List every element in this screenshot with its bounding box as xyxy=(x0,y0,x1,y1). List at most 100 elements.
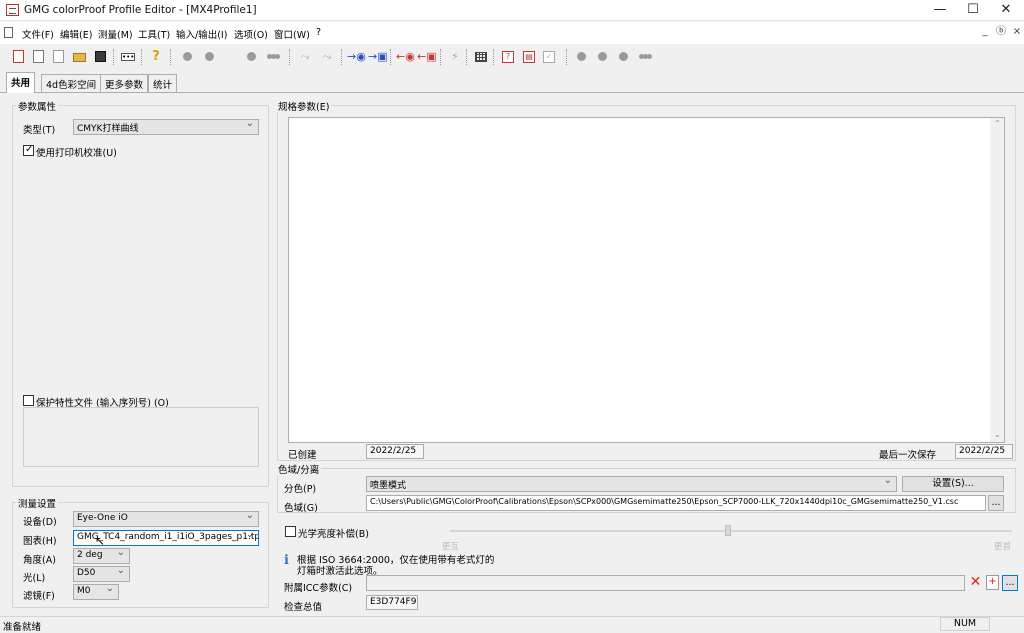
tab-statistics[interactable]: 统计 xyxy=(148,74,178,92)
light-select[interactable]: D50 xyxy=(73,566,130,582)
spec-scrollbar[interactable] xyxy=(990,118,1004,442)
spec-textarea[interactable] xyxy=(288,117,1005,443)
separation-label: 分色(P) xyxy=(284,484,317,495)
mdi-restore-button[interactable]: ⓑ xyxy=(994,24,1008,40)
status-text: 准备就绪 xyxy=(3,622,42,633)
import-file-icon[interactable]: →▣ xyxy=(368,48,388,66)
measure-group-title: 测量设置 xyxy=(16,496,59,510)
maximize-button[interactable]: ☐ xyxy=(957,0,989,21)
menu-help[interactable]: ? xyxy=(316,27,321,38)
angle-select[interactable]: 2 deg xyxy=(73,548,130,564)
tab-4d-colorspace[interactable]: 4d色彩空间 xyxy=(41,74,102,92)
type-label: 类型(T) xyxy=(23,125,56,136)
toolbar-separator xyxy=(440,49,441,65)
mouse-cursor-icon: ↖ xyxy=(95,534,106,548)
menu-measure[interactable]: 测量(M) xyxy=(98,27,133,41)
help-icon[interactable]: ? xyxy=(147,48,165,66)
toolbar-separator xyxy=(170,49,171,65)
measure-dot-icon[interactable] xyxy=(615,48,633,66)
created-date-field: 2022/2/25 xyxy=(366,444,424,459)
mdi-close-button[interactable]: × xyxy=(1010,24,1024,40)
curve-tool-icon[interactable]: ⤳ xyxy=(318,48,336,66)
lightning-icon[interactable]: ⚡ xyxy=(446,48,464,66)
angle-label: 角度(A) xyxy=(23,555,56,566)
tab-strip-line xyxy=(0,92,1024,93)
brightener-slider-track[interactable] xyxy=(450,530,1012,532)
scroll-up-icon[interactable]: ⌃ xyxy=(994,119,1001,128)
brightener-slider-thumb[interactable] xyxy=(725,525,731,536)
toolbar-separator xyxy=(566,49,567,65)
icc-browse-button[interactable]: ... xyxy=(1002,575,1018,591)
gamut-label: 色域(G) xyxy=(284,503,318,514)
window-title: GMG colorProof Profile Editor - [MX4Prof… xyxy=(24,4,257,16)
brightener-label[interactable]: 光学亮度补偿(B) xyxy=(298,526,369,540)
multi-dot-icon[interactable] xyxy=(636,48,654,66)
measure-dot-icon[interactable] xyxy=(243,48,261,66)
filter-select[interactable]: M0 xyxy=(73,584,119,600)
protect-profile-checkbox[interactable] xyxy=(23,395,34,406)
menu-edit[interactable]: 编辑(E) xyxy=(60,27,92,41)
use-calibration-checkbox[interactable] xyxy=(23,144,34,156)
export-icon[interactable]: ←◉ xyxy=(396,48,415,66)
toolbar-separator xyxy=(113,49,114,65)
serial-number-field[interactable] xyxy=(23,407,259,467)
open-folder-icon[interactable] xyxy=(70,48,88,66)
scroll-down-icon[interactable]: ⌄ xyxy=(994,430,1001,439)
light-label: 光(L) xyxy=(23,573,46,584)
close-button[interactable]: ✕ xyxy=(990,0,1022,21)
num-lock-indicator: NUM xyxy=(940,617,990,631)
icc-field[interactable] xyxy=(366,575,965,591)
created-label: 已创建 xyxy=(288,450,317,461)
tab-common[interactable]: 共用 xyxy=(6,72,36,93)
gamut-browse-button[interactable]: ... xyxy=(988,495,1004,511)
mdi-minimize-button[interactable]: _ xyxy=(978,24,992,40)
delete-icon[interactable]: ✕ xyxy=(968,574,983,590)
checksum-field: E3D774F9 xyxy=(366,595,418,610)
toolbar-separator xyxy=(289,49,290,65)
save-icon[interactable] xyxy=(91,48,109,66)
menu-options[interactable]: 选项(O) xyxy=(234,27,268,41)
tab-more-params[interactable]: 更多参数 xyxy=(100,74,149,92)
gamut-path-field[interactable]: C:\Users\Public\GMG\ColorProof\Calibrati… xyxy=(366,495,986,511)
properties-icon[interactable]: ••• xyxy=(119,48,137,66)
grid-icon[interactable] xyxy=(472,48,490,66)
separation-select[interactable]: 喷墨模式 xyxy=(366,476,897,492)
brightener-min-label: 更互 xyxy=(442,542,460,552)
import-icon[interactable]: →◉ xyxy=(347,48,366,66)
device-select[interactable]: Eye-One iO xyxy=(73,511,259,527)
minimize-button[interactable]: — xyxy=(924,0,956,21)
device-label: 设备(D) xyxy=(23,517,57,528)
new-profile-icon[interactable] xyxy=(10,48,28,66)
last-saved-label: 最后一次保存 xyxy=(879,450,937,461)
question-box-icon[interactable]: ? xyxy=(499,48,517,66)
gamut-group-title: 色域/分离 xyxy=(276,462,322,476)
last-saved-date-field: 2022/2/25 xyxy=(955,444,1013,459)
add-icc-icon[interactable]: + xyxy=(986,575,999,590)
measure-dot-icon[interactable] xyxy=(594,48,612,66)
measure-dot-icon[interactable] xyxy=(179,48,197,66)
report-icon[interactable]: ▤ xyxy=(520,48,538,66)
multi-dot-icon[interactable] xyxy=(264,48,282,66)
menu-window[interactable]: 窗口(W) xyxy=(274,27,310,41)
spec-group-title: 规格参数(E) xyxy=(276,99,332,113)
settings-button[interactable]: 设置(S)... xyxy=(902,476,1004,492)
curve-tool-icon[interactable]: ⤳ xyxy=(296,48,314,66)
check-report-icon[interactable]: ✓ xyxy=(540,48,558,66)
chart-label: 图表(H) xyxy=(23,536,57,547)
menu-file[interactable]: 文件(F) xyxy=(22,27,54,41)
document-icon[interactable] xyxy=(4,27,13,38)
params-group-title: 参数属性 xyxy=(16,99,59,113)
type-select[interactable]: CMYK打样曲线 xyxy=(73,119,259,135)
menu-io[interactable]: 输入/输出(I) xyxy=(176,27,227,41)
measure-dot-icon[interactable] xyxy=(201,48,219,66)
info-icon: ℹ xyxy=(284,553,289,568)
use-calibration-label[interactable]: 使用打印机校准(U) xyxy=(36,145,117,159)
template-icon[interactable] xyxy=(50,48,68,66)
export-file-icon[interactable]: ←▣ xyxy=(417,48,437,66)
toolbar-separator xyxy=(493,49,494,65)
menu-tools[interactable]: 工具(T) xyxy=(138,27,170,41)
checksum-label: 检查总值 xyxy=(284,602,323,613)
new-document-icon[interactable] xyxy=(30,48,48,66)
measure-dot-icon[interactable] xyxy=(573,48,591,66)
brightener-checkbox[interactable] xyxy=(285,526,296,537)
